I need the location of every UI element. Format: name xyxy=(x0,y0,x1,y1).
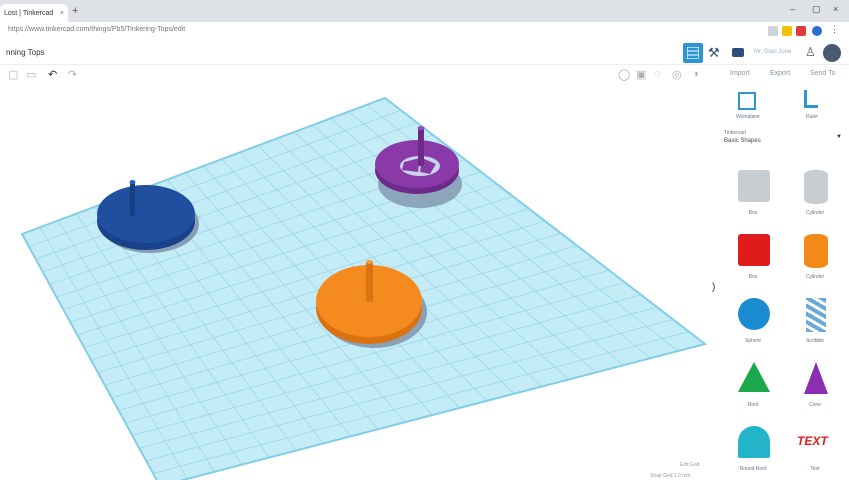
align-icon[interactable]: ◎ xyxy=(672,68,682,81)
shape-label: Sphere xyxy=(744,338,762,344)
workplane-tool-label: Workplane xyxy=(736,114,760,120)
edit-toolbar: ▢ ▭ ↶ ↷ ◯ ▣ ◌ ◎ ◑ xyxy=(0,64,718,86)
shape-label: Round Roof xyxy=(739,466,767,472)
cylinder-shape-icon xyxy=(804,170,828,204)
group-icon[interactable]: ▣ xyxy=(636,68,646,81)
extension-icon[interactable] xyxy=(768,26,778,36)
profile-icon[interactable] xyxy=(812,26,822,36)
shape-label: Cone xyxy=(809,402,821,408)
star-icon[interactable] xyxy=(782,26,792,36)
browser-tab-title: Lost | Tinkercad xyxy=(4,9,54,17)
shape-card-scribble[interactable]: Scribble xyxy=(786,294,844,352)
cone-shape-icon xyxy=(804,362,828,394)
redo-icon[interactable]: ↷ xyxy=(68,68,77,81)
box-shape-icon xyxy=(738,234,770,266)
grid-view-icon xyxy=(687,47,699,59)
shape-card-sphere[interactable]: Sphere xyxy=(724,294,782,352)
shape-card-cylinder[interactable]: Cylinder xyxy=(786,166,844,224)
app-header: nning Tops ⚒ Mr. Gian Jone ♙ xyxy=(0,42,849,65)
shapes-panel: Workplane Ruler Tinkercad Basic Shapes ▼… xyxy=(718,86,849,480)
shape-label: Cylinder xyxy=(805,210,825,216)
category-value: Basic Shapes xyxy=(724,138,761,144)
delete-icon[interactable]: ▭ xyxy=(26,68,36,81)
maximize-button[interactable]: ▢ xyxy=(812,4,821,15)
project-title[interactable]: nning Tops xyxy=(6,48,45,57)
edit-grid-label[interactable]: Edit Grid xyxy=(680,462,699,468)
shape-card-cylinder[interactable]: Cylinder xyxy=(786,230,844,288)
url-field[interactable]: https://www.tinkercad.com/things/Pb5/Tin… xyxy=(8,26,185,33)
build-icon[interactable]: ⚒ xyxy=(708,45,720,61)
close-window-button[interactable]: × xyxy=(833,4,838,14)
shape-label: Box xyxy=(748,274,758,280)
avatar[interactable] xyxy=(823,44,841,62)
shape-label: Scribble xyxy=(805,338,825,344)
tab-import[interactable]: Import xyxy=(730,70,750,77)
workplane-grid[interactable] xyxy=(0,86,718,480)
round-roof-shape-icon xyxy=(738,426,770,458)
panel-collapse-button[interactable]: ) xyxy=(712,282,715,293)
minimize-button[interactable]: – xyxy=(790,4,795,14)
panel-tabs: Import Export Send To xyxy=(718,64,849,86)
shape-label: Cylinder xyxy=(805,274,825,280)
sphere-shape-icon xyxy=(738,298,770,330)
shape-card-roof[interactable]: Roof xyxy=(724,358,782,416)
tab-send-to[interactable]: Send To xyxy=(810,70,836,77)
address-bar: https://www.tinkercad.com/things/Pb5/Tin… xyxy=(0,22,849,43)
workplane-tool-icon[interactable] xyxy=(738,92,756,110)
scribble-shape-icon xyxy=(806,298,826,332)
username-label: Mr. Gian Jone xyxy=(754,49,792,55)
workplane-canvas[interactable] xyxy=(0,86,718,480)
ruler-tool-label: Ruler xyxy=(806,114,818,120)
shape-card-round-roof[interactable]: Round Roof xyxy=(724,422,782,480)
shape-card-box[interactable]: Box xyxy=(724,230,782,288)
browser-tab[interactable]: Lost | Tinkercad × xyxy=(0,4,68,22)
shape-card-cone[interactable]: Cone xyxy=(786,358,844,416)
ungroup-icon[interactable]: ◌ xyxy=(654,68,661,80)
copy-icon[interactable]: ▢ xyxy=(8,68,18,81)
ruler-icon[interactable] xyxy=(804,90,818,108)
note-icon[interactable]: ◯ xyxy=(618,68,630,81)
chevron-down-icon: ▼ xyxy=(836,134,842,140)
menu-kebab-icon[interactable]: ⋮ xyxy=(830,24,840,34)
extension-red-icon[interactable] xyxy=(796,26,806,36)
roof-shape-icon xyxy=(738,362,770,392)
box-shape-icon xyxy=(738,170,770,202)
new-tab-button[interactable]: + xyxy=(72,5,78,17)
browser-tab-strip: Lost | Tinkercad × + – ▢ × xyxy=(0,0,849,22)
cylinder-shape-icon xyxy=(804,234,828,268)
3d-view-button[interactable] xyxy=(683,43,703,63)
bricks-icon[interactable] xyxy=(732,48,744,57)
shape-card-box[interactable]: Box xyxy=(724,166,782,224)
mirror-icon[interactable]: ◑ xyxy=(692,68,699,80)
tab-export[interactable]: Export xyxy=(770,70,790,77)
shape-label: Box xyxy=(748,210,758,216)
snap-grid-label[interactable]: Snap Grid 1.0 mm xyxy=(650,473,691,479)
undo-icon[interactable]: ↶ xyxy=(48,68,57,81)
category-label: Tinkercad xyxy=(724,130,746,136)
tab-close-icon[interactable]: × xyxy=(60,10,64,17)
shape-card-text[interactable]: TEXT Text xyxy=(786,422,844,480)
text-shape-icon: TEXT xyxy=(797,434,828,448)
shape-category-dropdown[interactable]: Tinkercad Basic Shapes ▼ xyxy=(724,130,842,150)
shape-label: Text xyxy=(810,466,820,472)
shape-label: Roof xyxy=(747,402,759,408)
user-add-icon[interactable]: ♙ xyxy=(805,45,816,59)
